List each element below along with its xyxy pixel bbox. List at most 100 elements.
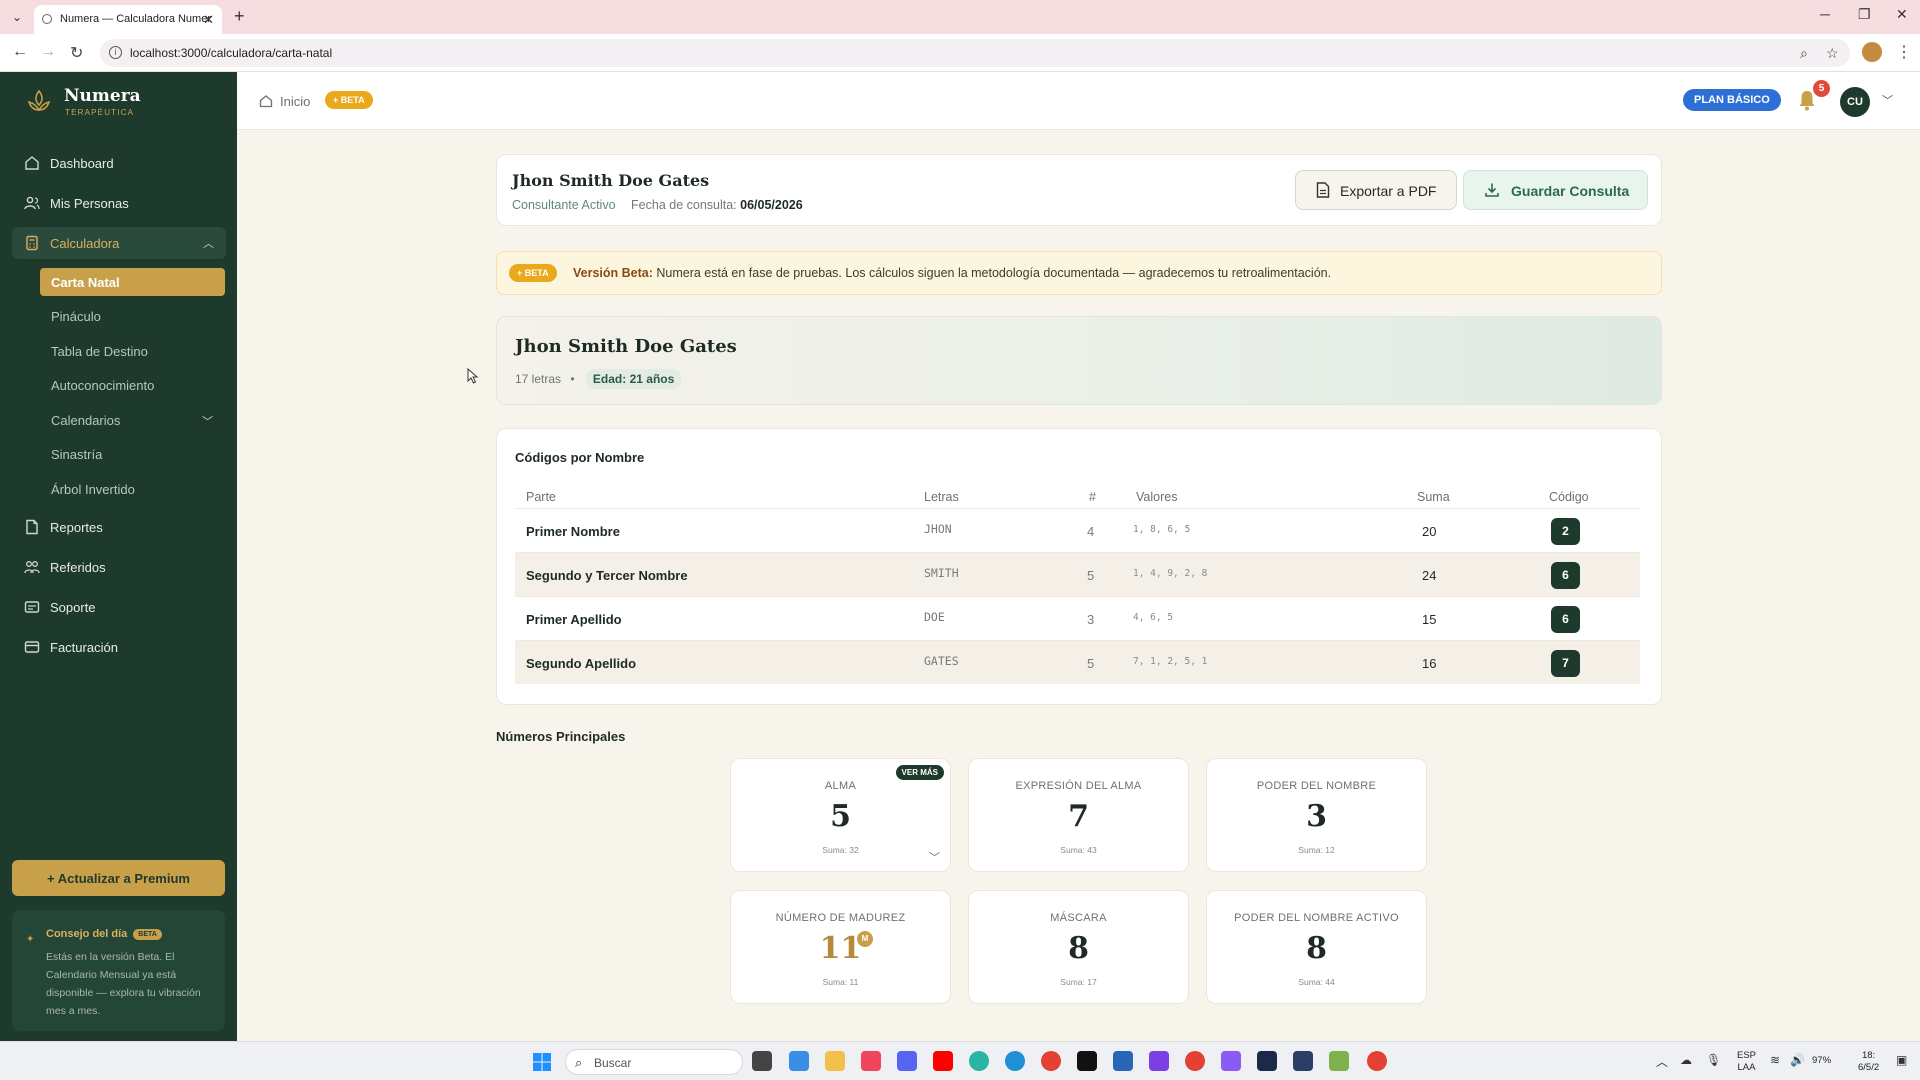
task-view-icon[interactable] xyxy=(752,1051,772,1071)
minimize-button[interactable]: ─ xyxy=(1820,6,1830,22)
sidebar-item-dashboard[interactable]: Dashboard xyxy=(12,147,226,179)
chevron-down-icon[interactable]: ﹀ xyxy=(929,849,940,865)
sidebar-item-mis-personas[interactable]: Mis Personas xyxy=(12,187,226,219)
beta-notice-text: Numera está en fase de pruebas. Los cálc… xyxy=(656,266,1332,280)
number-card-mascara[interactable]: Máscara 8 Suma: 17 xyxy=(968,890,1189,1004)
browser-tab-active[interactable]: Numera — Calculadora Numer ✕ xyxy=(34,5,222,34)
number-card-alma[interactable]: VER MÁS Alma 5 Suma: 32 ﹀ xyxy=(730,758,951,872)
calculator-icon xyxy=(26,235,38,251)
sidebar-item-referidos[interactable]: Referidos xyxy=(12,551,226,583)
app-icon[interactable] xyxy=(1293,1051,1313,1071)
chevron-down-icon[interactable]: ﹀ xyxy=(202,413,213,429)
site-info-icon[interactable]: i xyxy=(109,46,122,59)
clock[interactable]: 18: 6/5/2 xyxy=(1858,1050,1879,1074)
tab-close-icon[interactable]: ✕ xyxy=(203,12,214,28)
app-icon[interactable] xyxy=(1113,1051,1133,1071)
cell-letras: DOE xyxy=(924,610,945,624)
number-card-expresion-alma[interactable]: Expresión del Alma 7 Suma: 43 xyxy=(968,758,1189,872)
wifi-icon[interactable]: ≋ xyxy=(1770,1053,1780,1067)
number-card-poder-nombre-activo[interactable]: Poder del Nombre Activo 8 Suma: 44 xyxy=(1206,890,1427,1004)
sidebar-item-facturacion[interactable]: Facturación xyxy=(12,631,226,663)
sidebar-item-calculadora[interactable]: Calculadora ︿ xyxy=(12,227,226,259)
speaker-icon[interactable]: 🔊 xyxy=(1790,1053,1805,1067)
app-icon[interactable] xyxy=(1257,1051,1277,1071)
breadcrumb-home[interactable]: Inicio xyxy=(280,94,310,109)
cell-suma: 15 xyxy=(1422,612,1437,627)
sidebar-subitem-sinastria[interactable]: Sinastría xyxy=(40,440,225,468)
cell-count: 5 xyxy=(1087,656,1095,671)
new-tab-button[interactable]: + xyxy=(234,6,245,27)
youtube-icon[interactable] xyxy=(933,1051,953,1071)
chrome-profile-icon[interactable] xyxy=(1185,1051,1205,1071)
export-pdf-button[interactable]: Exportar a PDF xyxy=(1295,170,1457,210)
ver-mas-badge[interactable]: VER MÁS xyxy=(895,765,944,780)
column-header-count: # xyxy=(1089,490,1096,504)
sidebar-subitem-arbol-invertido[interactable]: Árbol Invertido xyxy=(40,475,225,503)
main-numbers-title: Números Principales xyxy=(496,729,626,744)
tab-list-button[interactable]: ⌄ xyxy=(8,8,26,26)
address-bar[interactable]: i localhost:3000/calculadora/carta-natal… xyxy=(100,39,1850,67)
number-sum: Suma: 32 xyxy=(822,845,859,855)
restore-button[interactable]: ❐ xyxy=(1858,6,1871,23)
app-icon[interactable] xyxy=(1221,1051,1241,1071)
music-app-icon[interactable] xyxy=(861,1051,881,1071)
tip-title: Consejo del día xyxy=(46,928,128,940)
bookmark-star-icon[interactable]: ☆ xyxy=(1826,45,1839,62)
back-button[interactable]: ← xyxy=(12,43,28,61)
number-sum: Suma: 11 xyxy=(822,977,859,987)
sidebar-subitem-calendarios[interactable]: Calendarios ﹀ xyxy=(40,406,225,434)
tradingview-icon[interactable] xyxy=(1077,1051,1097,1071)
column-header-letras: Letras xyxy=(924,490,959,504)
app-icon[interactable] xyxy=(789,1051,809,1071)
number-sum: Suma: 12 xyxy=(1298,845,1335,855)
profile-avatar-icon[interactable] xyxy=(1862,42,1882,62)
sidebar-subitem-tabla-destino[interactable]: Tabla de Destino xyxy=(40,337,225,365)
notification-center-icon[interactable]: ▣ xyxy=(1896,1053,1907,1067)
battery-level[interactable]: 97% xyxy=(1812,1055,1831,1067)
sidebar-subitem-label: Sinastría xyxy=(51,447,103,462)
discord-icon[interactable] xyxy=(897,1051,917,1071)
sidebar-item-reportes[interactable]: Reportes xyxy=(12,511,226,543)
sidebar-item-soporte[interactable]: Soporte xyxy=(12,591,226,623)
upgrade-premium-button[interactable]: + Actualizar a Premium xyxy=(12,860,225,896)
language-indicator[interactable]: ESP LAA xyxy=(1737,1050,1756,1074)
windows-start-icon[interactable] xyxy=(533,1053,551,1071)
close-window-button[interactable]: ✕ xyxy=(1896,6,1908,23)
reload-button[interactable]: ↻ xyxy=(70,43,83,63)
sidebar-subitem-pinaculo[interactable]: Pináculo xyxy=(40,302,225,330)
chevron-down-icon[interactable]: ﹀ xyxy=(1882,92,1893,108)
number-card-madurez[interactable]: Número de Madurez 11 M Suma: 11 xyxy=(730,890,951,1004)
plan-badge[interactable]: PLAN BÁSICO xyxy=(1683,89,1781,111)
number-card-poder-nombre[interactable]: Poder del Nombre 3 Suma: 12 xyxy=(1206,758,1427,872)
chevron-up-icon[interactable]: ︿ xyxy=(203,235,214,251)
app-icon[interactable] xyxy=(1149,1051,1169,1071)
user-avatar[interactable]: CU xyxy=(1840,87,1870,117)
save-consult-button[interactable]: Guardar Consulta xyxy=(1463,170,1648,210)
cell-suma: 24 xyxy=(1422,568,1437,583)
language-code: ESP xyxy=(1737,1050,1757,1061)
number-value: 5 xyxy=(830,799,851,834)
chrome-active-icon[interactable] xyxy=(1367,1051,1387,1071)
tip-beta-badge: BETA xyxy=(133,929,162,940)
browser-menu-icon[interactable]: ⋮ xyxy=(1896,42,1912,62)
client-name: Jhon Smith Doe Gates xyxy=(512,171,710,190)
cell-parte: Primer Nombre xyxy=(526,524,620,539)
edge-icon[interactable] xyxy=(1005,1051,1025,1071)
app-icon[interactable] xyxy=(1329,1051,1349,1071)
copilot-icon[interactable] xyxy=(969,1051,989,1071)
sidebar-subitem-carta-natal[interactable]: Carta Natal xyxy=(40,268,225,296)
tab-title: Numera — Calculadora Numer xyxy=(60,13,211,25)
chrome-icon[interactable] xyxy=(1041,1051,1061,1071)
cloud-icon[interactable]: ☁ xyxy=(1680,1053,1692,1067)
chevron-up-icon[interactable]: ︿ xyxy=(1656,1053,1668,1070)
forward-button[interactable]: → xyxy=(40,43,56,61)
taskbar-search-box[interactable]: ⌕ Buscar xyxy=(565,1049,743,1075)
cell-suma: 20 xyxy=(1422,524,1437,539)
zoom-icon[interactable]: ⌕ xyxy=(1800,45,1808,62)
client-status: Consultante Activo xyxy=(512,198,616,212)
microphone-icon[interactable]: 🎙 xyxy=(1706,1053,1721,1067)
file-explorer-icon[interactable] xyxy=(825,1051,845,1071)
clock-date: 6/5/2 xyxy=(1858,1062,1880,1073)
sidebar-item-label: Soporte xyxy=(50,600,96,615)
sidebar-subitem-autoconocimiento[interactable]: Autoconocimiento xyxy=(40,371,225,399)
